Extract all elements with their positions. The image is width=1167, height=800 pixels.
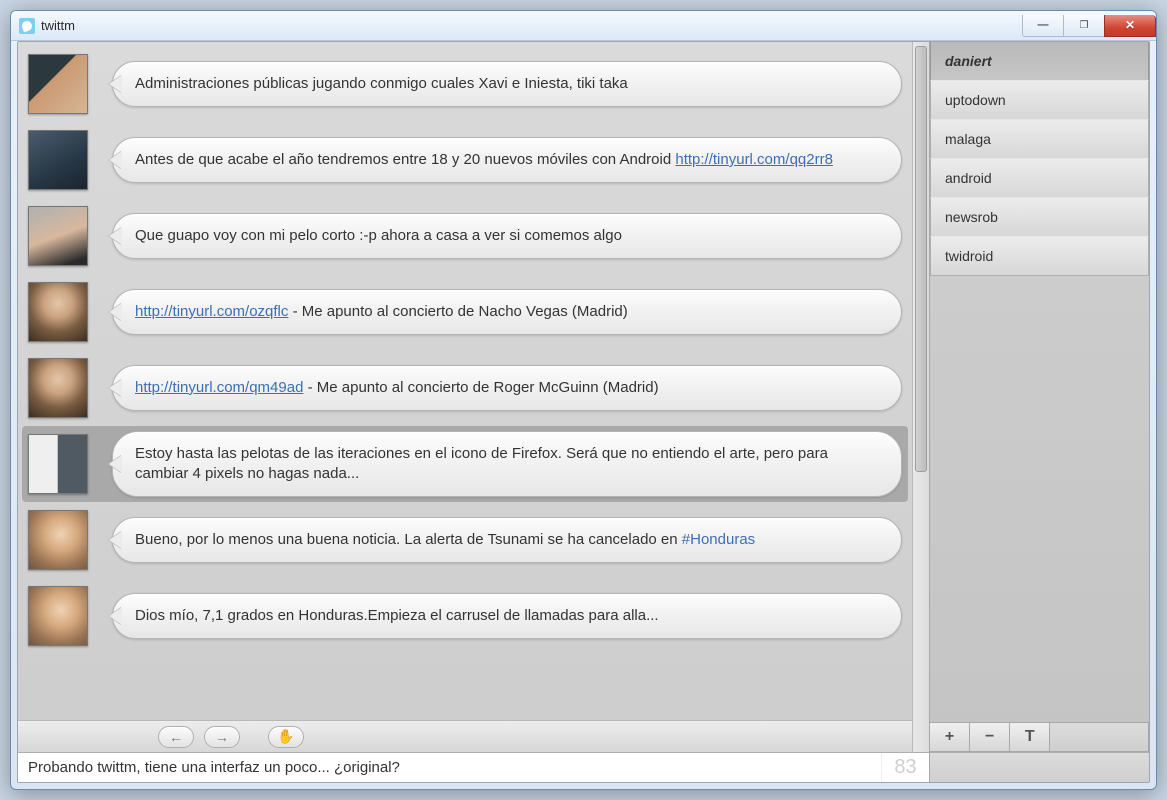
compose-bar: 83 [18, 752, 1149, 782]
tweet-text: - Me apunto al concierto de Nacho Vegas … [288, 303, 627, 320]
char-count: 83 [881, 753, 929, 782]
sidebar-item[interactable]: android [930, 158, 1149, 198]
timeline-entry[interactable]: Estoy hasta las pelotas de las iteracion… [22, 426, 908, 502]
avatar[interactable] [28, 434, 88, 494]
avatar[interactable] [28, 510, 88, 570]
timeline-panel: Administraciones públicas jugando conmig… [18, 42, 929, 752]
tweet-text: Estoy hasta las pelotas de las iteracion… [135, 445, 828, 482]
window-title: twittm [41, 18, 75, 33]
sidebar-item[interactable]: malaga [930, 119, 1149, 159]
timeline-entry[interactable]: http://tinyurl.com/ozqflc - Me apunto al… [22, 274, 908, 350]
sidebar-list: daniertuptodownmalagaandroidnewsrobtwidr… [930, 42, 1149, 276]
tweet-bubble: Bueno, por lo menos una buena noticia. L… [112, 517, 902, 563]
timeline-entry[interactable]: Dios mío, 7,1 grados en Honduras.Empieza… [22, 578, 908, 654]
sidebar-item[interactable]: newsrob [930, 197, 1149, 237]
main-row: Administraciones públicas jugando conmig… [18, 42, 1149, 752]
avatar[interactable] [28, 206, 88, 266]
timeline-scrollbar[interactable] [912, 42, 929, 752]
tweet-bubble: http://tinyurl.com/ozqflc - Me apunto al… [112, 289, 902, 335]
tweet-text: Que guapo voy con mi pelo corto :-p ahor… [135, 227, 622, 244]
tweet-bubble: Antes de que acabe el año tendremos entr… [112, 137, 902, 183]
avatar[interactable] [28, 586, 88, 646]
timeline-entry[interactable]: Bueno, por lo menos una buena noticia. L… [22, 502, 908, 578]
timeline-entry[interactable]: Antes de que acabe el año tendremos entr… [22, 122, 908, 198]
sidebar-remove-button[interactable]: − [969, 722, 1010, 752]
maximize-button[interactable] [1063, 15, 1105, 37]
client-area: Administraciones públicas jugando conmig… [17, 41, 1150, 783]
sidebar-tools-spacer [1049, 722, 1149, 752]
timeline-entry[interactable]: Administraciones públicas jugando conmig… [22, 46, 908, 122]
close-button[interactable] [1104, 15, 1156, 37]
tweet-bubble: Dios mío, 7,1 grados en Honduras.Empieza… [112, 593, 902, 639]
tweet-link[interactable]: http://tinyurl.com/qq2rr8 [675, 151, 833, 168]
sidebar-add-button[interactable]: + [929, 722, 970, 752]
tweet-bubble: Administraciones públicas jugando conmig… [112, 61, 902, 107]
sidebar-item[interactable]: uptodown [930, 80, 1149, 120]
tweet-text: Bueno, por lo menos una buena noticia. L… [135, 531, 682, 548]
timeline-entry[interactable]: Que guapo voy con mi pelo corto :-p ahor… [22, 198, 908, 274]
tweet-link[interactable]: http://tinyurl.com/qm49ad [135, 379, 303, 396]
tweet-bubble: Que guapo voy con mi pelo corto :-p ahor… [112, 213, 902, 259]
timeline-entry[interactable]: http://tinyurl.com/qm49ad - Me apunto al… [22, 350, 908, 426]
tweet-bubble: http://tinyurl.com/qm49ad - Me apunto al… [112, 365, 902, 411]
tweet-text: Antes de que acabe el año tendremos entr… [135, 151, 675, 168]
avatar[interactable] [28, 54, 88, 114]
app-window: twittm Administraciones públicas jugando… [10, 10, 1157, 790]
tweet-text: - Me apunto al concierto de Roger McGuin… [303, 379, 658, 396]
app-icon [19, 18, 35, 34]
sidebar-text-button[interactable]: T [1009, 722, 1050, 752]
tweet-link[interactable]: http://tinyurl.com/ozqflc [135, 303, 288, 320]
scrollbar-thumb[interactable] [915, 46, 927, 472]
sidebar-tools: + − T [930, 722, 1149, 752]
avatar[interactable] [28, 130, 88, 190]
sidebar: daniertuptodownmalagaandroidnewsrobtwidr… [929, 42, 1149, 752]
tweet-text: Dios mío, 7,1 grados en Honduras.Empieza… [135, 607, 659, 624]
avatar[interactable] [28, 358, 88, 418]
minimize-button[interactable] [1022, 15, 1064, 37]
timeline-list[interactable]: Administraciones públicas jugando conmig… [18, 42, 912, 718]
tweet-hashtag[interactable]: #Honduras [682, 531, 755, 548]
sidebar-item[interactable]: twidroid [930, 236, 1149, 276]
compose-input[interactable] [18, 753, 881, 782]
back-button[interactable]: ← [158, 726, 194, 748]
forward-button[interactable]: → [204, 726, 240, 748]
tweet-text: Administraciones públicas jugando conmig… [135, 75, 628, 92]
titlebar[interactable]: twittm [11, 11, 1156, 41]
avatar[interactable] [28, 282, 88, 342]
window-controls [1023, 15, 1156, 37]
compose-pad [929, 753, 1149, 782]
stop-button[interactable]: ✋ [268, 726, 304, 748]
sidebar-item[interactable]: daniert [930, 42, 1149, 81]
nav-toolbar: ← → ✋ [18, 720, 912, 752]
tweet-bubble: Estoy hasta las pelotas de las iteracion… [112, 431, 902, 498]
